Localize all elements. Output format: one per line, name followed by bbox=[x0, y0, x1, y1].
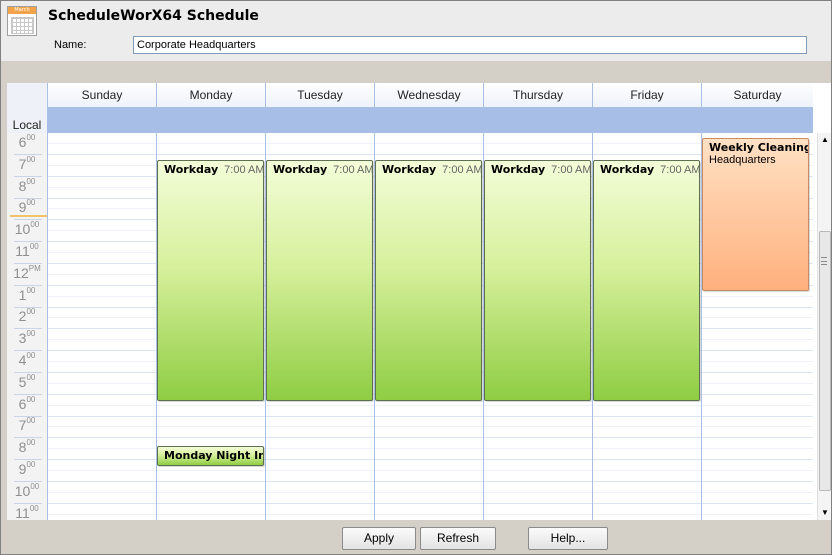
time-label: 500 bbox=[18, 373, 36, 390]
time-label: 1100 bbox=[15, 504, 39, 520]
time-label: 700 bbox=[18, 155, 36, 172]
day-header-sunday[interactable]: Sunday bbox=[47, 83, 156, 108]
appointment-thursday[interactable]: Workday 7:00 AM - bbox=[484, 160, 591, 401]
time-label: 900 bbox=[18, 198, 36, 215]
week-schedule: Local Sunday Monday Tuesday Wednesday Th… bbox=[7, 83, 831, 520]
vertical-scrollbar[interactable]: ▲ ▼ bbox=[817, 133, 831, 520]
apply-button[interactable]: Apply bbox=[342, 527, 416, 550]
hour-gridline bbox=[47, 154, 813, 155]
time-label: 600 bbox=[18, 133, 36, 150]
appointment-friday[interactable]: Workday 7:00 AM - bbox=[593, 160, 700, 401]
toolbar-band bbox=[1, 61, 831, 83]
appointment-subject: Workday bbox=[600, 163, 655, 176]
scroll-down-arrow-icon[interactable]: ▼ bbox=[818, 506, 831, 520]
appointment-subject: Monday Night Insp bbox=[164, 449, 263, 462]
all-day-row[interactable] bbox=[47, 108, 813, 133]
appointment-location: Headquarters bbox=[709, 154, 776, 166]
hour-gridline bbox=[47, 503, 813, 504]
timezone-label: Local bbox=[7, 118, 47, 134]
day-header-wednesday[interactable]: Wednesday bbox=[374, 83, 483, 108]
appointment-saturday[interactable]: Weekly Cleaning6Headquarters bbox=[702, 138, 809, 291]
time-label: 12PM bbox=[13, 264, 41, 281]
schedule-window: March ScheduleWorX64 Schedule Name: Loca… bbox=[0, 0, 832, 555]
time-label: 700 bbox=[18, 416, 36, 433]
appointment-time: 7:00 AM - bbox=[224, 164, 264, 176]
day-header-friday[interactable]: Friday bbox=[592, 83, 701, 108]
appointment-subject: Workday bbox=[382, 163, 437, 176]
time-label: 800 bbox=[18, 438, 36, 455]
hour-gridline bbox=[47, 481, 813, 482]
day-header-monday[interactable]: Monday bbox=[156, 83, 265, 108]
calendar-icon: March bbox=[7, 6, 37, 36]
day-column-divider bbox=[47, 133, 48, 520]
time-label: 200 bbox=[18, 307, 36, 324]
hour-gridline bbox=[47, 416, 813, 417]
scroll-up-arrow-icon[interactable]: ▲ bbox=[818, 133, 831, 147]
appointment-subject: Workday bbox=[273, 163, 328, 176]
day-header-thursday[interactable]: Thursday bbox=[483, 83, 592, 108]
half-hour-gridline bbox=[47, 143, 813, 144]
appointment-monday-evening[interactable]: Monday Night Insp bbox=[157, 446, 264, 466]
refresh-button[interactable]: Refresh bbox=[420, 527, 496, 550]
time-label: 1000 bbox=[14, 220, 40, 237]
day-header-saturday[interactable]: Saturday bbox=[701, 83, 813, 108]
time-label: 600 bbox=[18, 395, 36, 412]
time-label: 400 bbox=[18, 351, 36, 368]
time-label: 1100 bbox=[15, 242, 39, 259]
dialog-footer: Apply Refresh Help... bbox=[1, 520, 831, 554]
appointment-time: 7:00 AM - bbox=[660, 164, 700, 176]
appointment-wednesday[interactable]: Workday 7:00 AM - bbox=[375, 160, 482, 401]
time-grid[interactable]: Workday 7:00 AM - Workday 7:00 AM - Workday 7… bbox=[47, 133, 813, 520]
appointment-monday[interactable]: Workday 7:00 AM - bbox=[157, 160, 264, 401]
calendar-icon-month: March bbox=[8, 7, 36, 14]
hour-gridline bbox=[47, 437, 813, 438]
name-field[interactable] bbox=[133, 36, 807, 54]
window-header: March ScheduleWorX64 Schedule Name: bbox=[1, 1, 831, 61]
half-hour-gridline bbox=[47, 405, 813, 406]
half-hour-gridline bbox=[47, 492, 813, 493]
time-label: 900 bbox=[18, 460, 36, 477]
scrollbar-thumb[interactable] bbox=[819, 231, 831, 491]
help-button[interactable]: Help... bbox=[528, 527, 608, 550]
current-time-marker bbox=[10, 215, 52, 217]
half-hour-gridline bbox=[47, 426, 813, 427]
time-ruler: 600 700 800 900 1000 1100 12PM 100 200 300 400 500 6… bbox=[7, 133, 47, 520]
appointment-time: 7:00 AM - bbox=[333, 164, 373, 176]
time-label: 1000 bbox=[14, 482, 40, 499]
time-label: 100 bbox=[18, 286, 36, 303]
header-corner: Local bbox=[7, 83, 47, 134]
appointment-time: 7:00 AM - bbox=[442, 164, 482, 176]
name-label: Name: bbox=[54, 39, 87, 51]
time-label: 300 bbox=[18, 329, 36, 346]
appointment-subject: Weekly Cleaning bbox=[709, 141, 809, 154]
half-hour-gridline bbox=[47, 514, 813, 515]
appointment-subject: Workday bbox=[164, 163, 219, 176]
scrollbar-grip-icon bbox=[821, 257, 827, 265]
day-header-tuesday[interactable]: Tuesday bbox=[265, 83, 374, 108]
window-title: ScheduleWorX64 Schedule bbox=[48, 8, 259, 24]
time-label: 800 bbox=[18, 177, 36, 194]
appointment-tuesday[interactable]: Workday 7:00 AM - bbox=[266, 160, 373, 401]
half-hour-gridline bbox=[47, 470, 813, 471]
appointment-subject: Workday bbox=[491, 163, 546, 176]
appointment-time: 7:00 AM - bbox=[551, 164, 591, 176]
